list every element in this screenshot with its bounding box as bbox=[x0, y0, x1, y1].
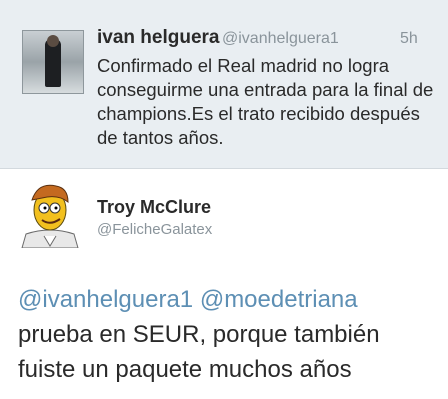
avatar-head bbox=[47, 35, 59, 47]
user-handle[interactable]: @ivanhelguera1 bbox=[222, 30, 339, 48]
user-name[interactable]: ivan helguera bbox=[97, 27, 220, 49]
cartoon-avatar[interactable] bbox=[18, 180, 82, 248]
user-avatar[interactable] bbox=[22, 30, 84, 94]
reply-text: @ivanhelguera1 @moedetriana prueba en SE… bbox=[18, 282, 438, 387]
reply-user-handle[interactable]: @FelicheGalatex bbox=[97, 221, 212, 238]
mention-link[interactable]: @moedetriana bbox=[200, 286, 358, 313]
reply-message: prueba en SEUR, porque también fuiste un… bbox=[18, 321, 380, 383]
tweet-text: Confirmado el Real madrid no logra conse… bbox=[97, 55, 434, 148]
tweet-timestamp[interactable]: 5h bbox=[400, 30, 418, 48]
reply-user-name[interactable]: Troy McClure bbox=[97, 197, 211, 218]
original-tweet[interactable]: ivan helguera @ivanhelguera1 5h Confirma… bbox=[0, 0, 448, 169]
mention-link[interactable]: @ivanhelguera1 bbox=[18, 286, 193, 313]
